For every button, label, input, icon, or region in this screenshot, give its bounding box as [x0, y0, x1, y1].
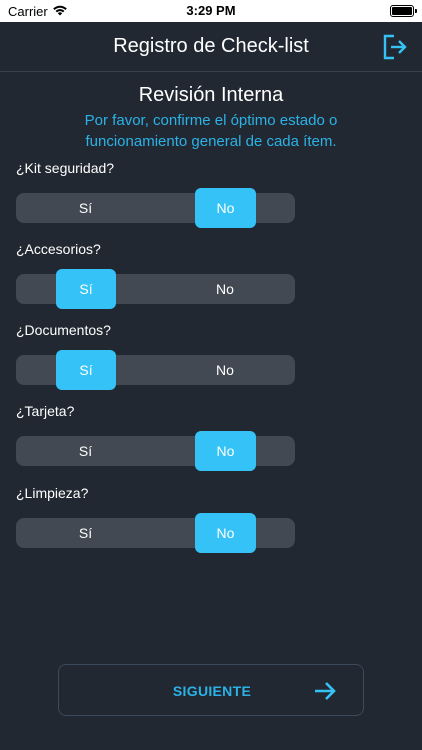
logout-button[interactable] [382, 34, 408, 60]
navigation-bar: Registro de Check-list [0, 22, 422, 72]
section-title: Revisión Interna [138, 84, 284, 106]
status-time: 3:29 PM [186, 3, 236, 18]
no-option[interactable]: No [195, 431, 256, 471]
no-option[interactable]: No [155, 274, 295, 304]
yes-option[interactable]: Sí [56, 350, 116, 390]
no-option[interactable]: No [155, 355, 295, 385]
question-label-tarjeta: ¿Tarjeta? [16, 403, 75, 419]
yes-option[interactable]: Sí [56, 269, 116, 309]
yes-option[interactable]: Sí [16, 436, 155, 466]
question-label-accesorios: ¿Accesorios? [16, 241, 101, 257]
yes-option[interactable]: Sí [16, 193, 155, 223]
segmented-control-documentos: Sí No [16, 350, 295, 390]
battery-icon [390, 5, 417, 17]
segmented-control-accesorios: Sí No [16, 269, 295, 309]
segmented-control-limpieza: Sí No [16, 513, 295, 553]
instructions-line-2: funcionamiento general de cada ítem. [85, 133, 337, 150]
arrow-right-icon [315, 682, 336, 700]
logout-icon [383, 34, 407, 60]
question-label-kit-seguridad: ¿Kit seguridad? [16, 160, 115, 176]
no-option[interactable]: No [195, 188, 256, 228]
next-button[interactable]: SIGUIENTE [58, 664, 364, 716]
no-option[interactable]: No [195, 513, 256, 553]
segmented-control-kit-seguridad: Sí No [16, 188, 295, 228]
segmented-control-tarjeta: Sí No [16, 431, 295, 471]
question-label-documentos: ¿Documentos? [16, 322, 111, 338]
instructions-line-1: Por favor, confirme el óptimo estado o [84, 112, 338, 129]
yes-option[interactable]: Sí [16, 518, 155, 548]
question-label-limpieza: ¿Limpieza? [16, 485, 89, 501]
page-title: Registro de Check-list [113, 35, 309, 57]
instructions-text: Por favor, confirme el óptimo estado o f… [10, 110, 412, 152]
status-bar: Carrier 3:29 PM [0, 0, 422, 22]
